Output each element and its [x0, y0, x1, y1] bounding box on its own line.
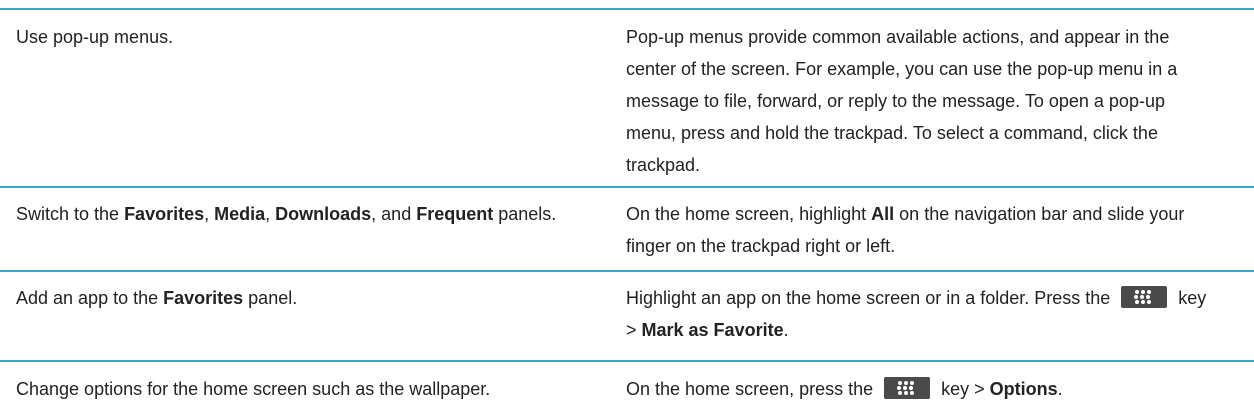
- task-cell: Add an app to the Favorites panel.: [16, 282, 606, 314]
- panel-name: Favorites: [163, 288, 244, 308]
- task-cell: Change options for the home screen such …: [16, 379, 491, 399]
- text-segment: .: [783, 320, 789, 340]
- description-cell: Highlight an app on the home screen or i…: [626, 282, 1216, 346]
- text-segment: panel.: [243, 288, 298, 308]
- task-cell: Switch to the Favorites, Media, Download…: [16, 198, 606, 230]
- text-segment: , and: [371, 204, 417, 224]
- panel-name: Favorites: [124, 204, 205, 224]
- text-segment: Add an app to the: [16, 288, 164, 308]
- panel-name: Downloads: [275, 204, 372, 224]
- text-segment: key >: [936, 379, 990, 399]
- table-row: Use pop-up menus. Pop-up menus provide c…: [0, 8, 1254, 175]
- menu-command: Options: [989, 379, 1058, 399]
- panel-name: Media: [214, 204, 266, 224]
- blackberry-menu-key-icon: [884, 377, 931, 399]
- text-segment: ,: [204, 204, 215, 224]
- text-segment: panels.: [493, 204, 557, 224]
- text-segment: On the home screen, press the: [626, 379, 879, 399]
- text-segment: On the home screen, highlight: [626, 204, 872, 224]
- text-segment: Switch to the: [16, 204, 125, 224]
- table-row: Add an app to the Favorites panel. Highl…: [0, 270, 1254, 340]
- panel-name: Frequent: [416, 204, 494, 224]
- task-cell: Use pop-up menus.: [16, 27, 174, 47]
- description-cell: Pop-up menus provide common available ac…: [626, 27, 1178, 175]
- table-row: Change options for the home screen such …: [0, 360, 1254, 419]
- text-segment: ,: [265, 204, 276, 224]
- description-cell: On the home screen, press the key > Opti…: [626, 373, 1216, 405]
- blackberry-menu-key-icon: [1121, 286, 1168, 308]
- description-cell: On the home screen, highlight All on the…: [626, 198, 1216, 262]
- menu-command: Mark as Favorite: [641, 320, 784, 340]
- table-row: Switch to the Favorites, Media, Download…: [0, 186, 1254, 256]
- text-segment: Highlight an app on the home screen or i…: [626, 288, 1116, 308]
- text-segment: .: [1057, 379, 1063, 399]
- nav-item-name: All: [871, 204, 895, 224]
